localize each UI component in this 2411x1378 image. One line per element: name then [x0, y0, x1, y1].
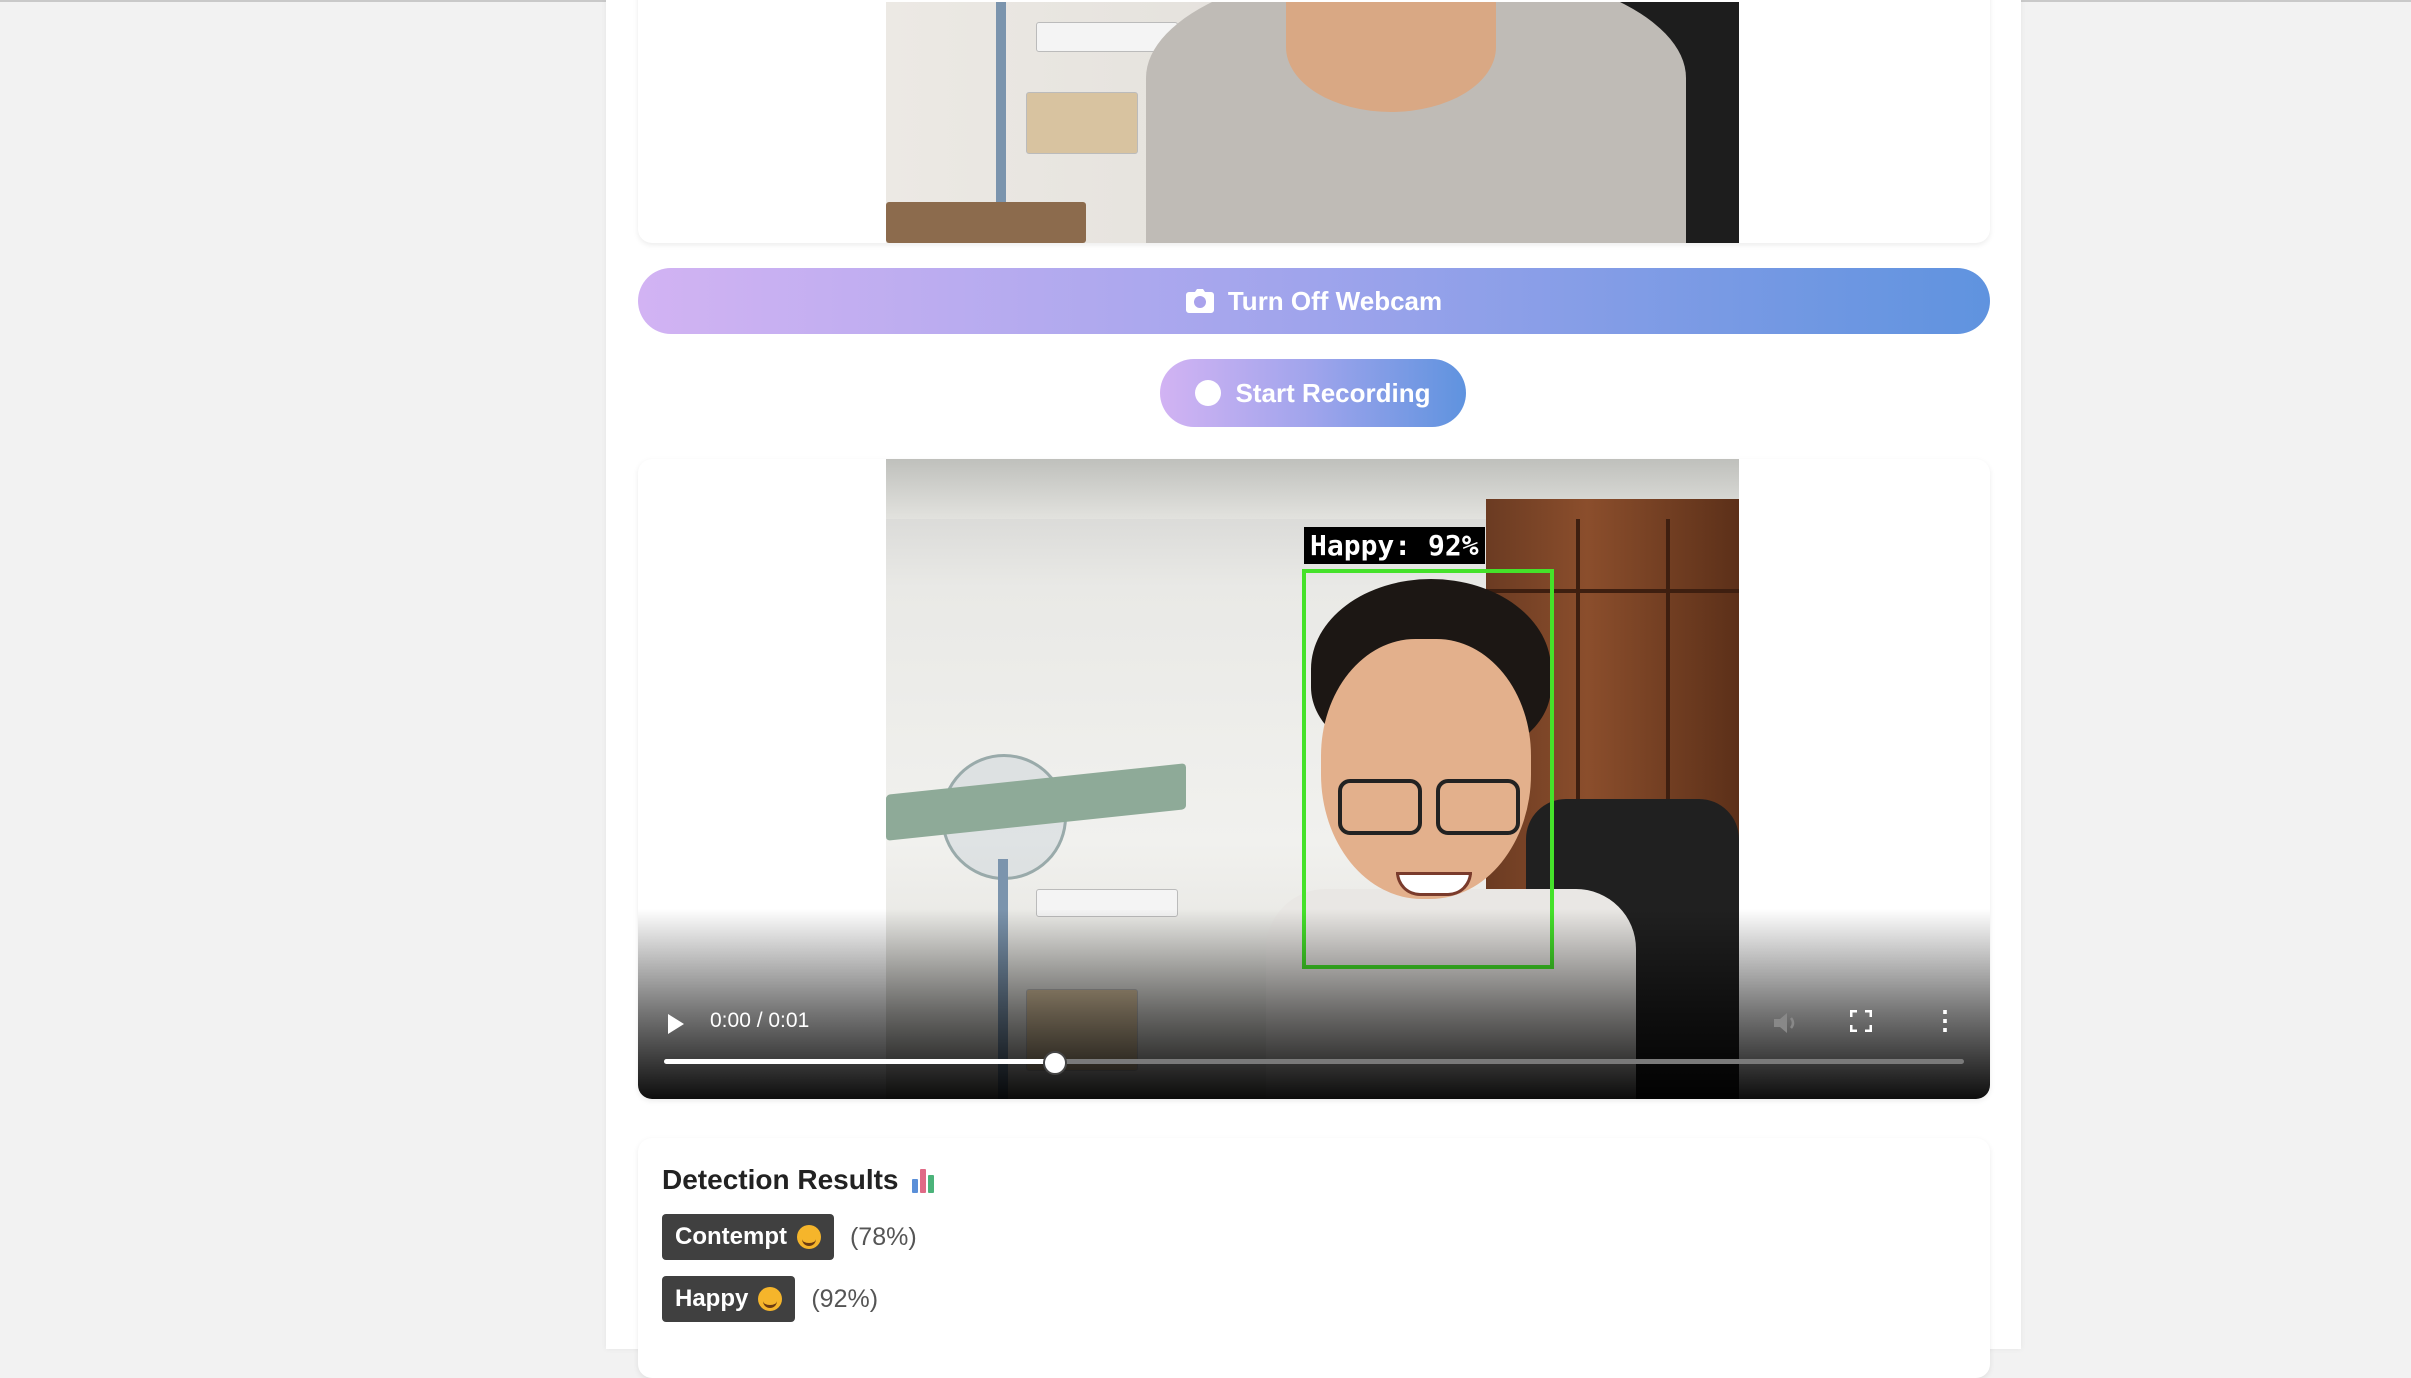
play-icon[interactable] — [668, 1014, 684, 1034]
video-progress-bar[interactable] — [664, 1051, 1964, 1075]
emotion-badge: Contempt — [662, 1214, 834, 1260]
record-dot-icon — [1195, 380, 1222, 406]
start-recording-label: Start Recording — [1235, 377, 1431, 408]
player-controls-overlay — [638, 909, 1990, 1099]
contempt-emoji-icon — [796, 1225, 821, 1249]
page-container: Turn Off Webcam Start Recording Happy: 9… — [606, 0, 2021, 1378]
webcam-card — [638, 0, 1990, 243]
emotion-badge: Happy — [662, 1276, 796, 1322]
detection-results-card: Detection Results Contempt (78%) Happy (… — [638, 1138, 1990, 1378]
detection-results-heading: Detection Results — [662, 1164, 899, 1195]
fullscreen-icon[interactable] — [1849, 1009, 1873, 1033]
emotion-label: Happy — [675, 1285, 749, 1312]
camera-icon — [1185, 289, 1214, 313]
webcam-feed — [886, 2, 1739, 243]
emotion-label: Contempt — [675, 1223, 787, 1250]
turn-off-webcam-button[interactable]: Turn Off Webcam — [638, 268, 1990, 334]
more-options-icon[interactable]: ⋮ — [1932, 1007, 1958, 1033]
video-time: 0:00 / 0:01 — [710, 1009, 810, 1032]
mute-icon[interactable] — [1772, 1010, 1800, 1043]
emotion-percent: (78%) — [849, 1222, 917, 1251]
result-item: Happy (92%) — [662, 1276, 878, 1322]
detection-results-title: Detection Results — [662, 1164, 937, 1196]
happy-emoji-icon — [758, 1287, 783, 1311]
turn-off-webcam-label: Turn Off Webcam — [1227, 285, 1443, 316]
video-progress-fill — [664, 1059, 1054, 1064]
face-detection-label: Happy: 92% — [1304, 527, 1485, 564]
emotion-percent: (92%) — [811, 1284, 879, 1313]
result-item: Contempt (78%) — [662, 1214, 917, 1260]
video-player[interactable]: Happy: 92% 0:00 / 0:01 ⋮ — [638, 459, 1990, 1099]
bar-chart-icon — [911, 1167, 937, 1193]
video-progress-thumb[interactable] — [1043, 1051, 1067, 1075]
start-recording-button[interactable]: Start Recording — [1160, 359, 1466, 427]
